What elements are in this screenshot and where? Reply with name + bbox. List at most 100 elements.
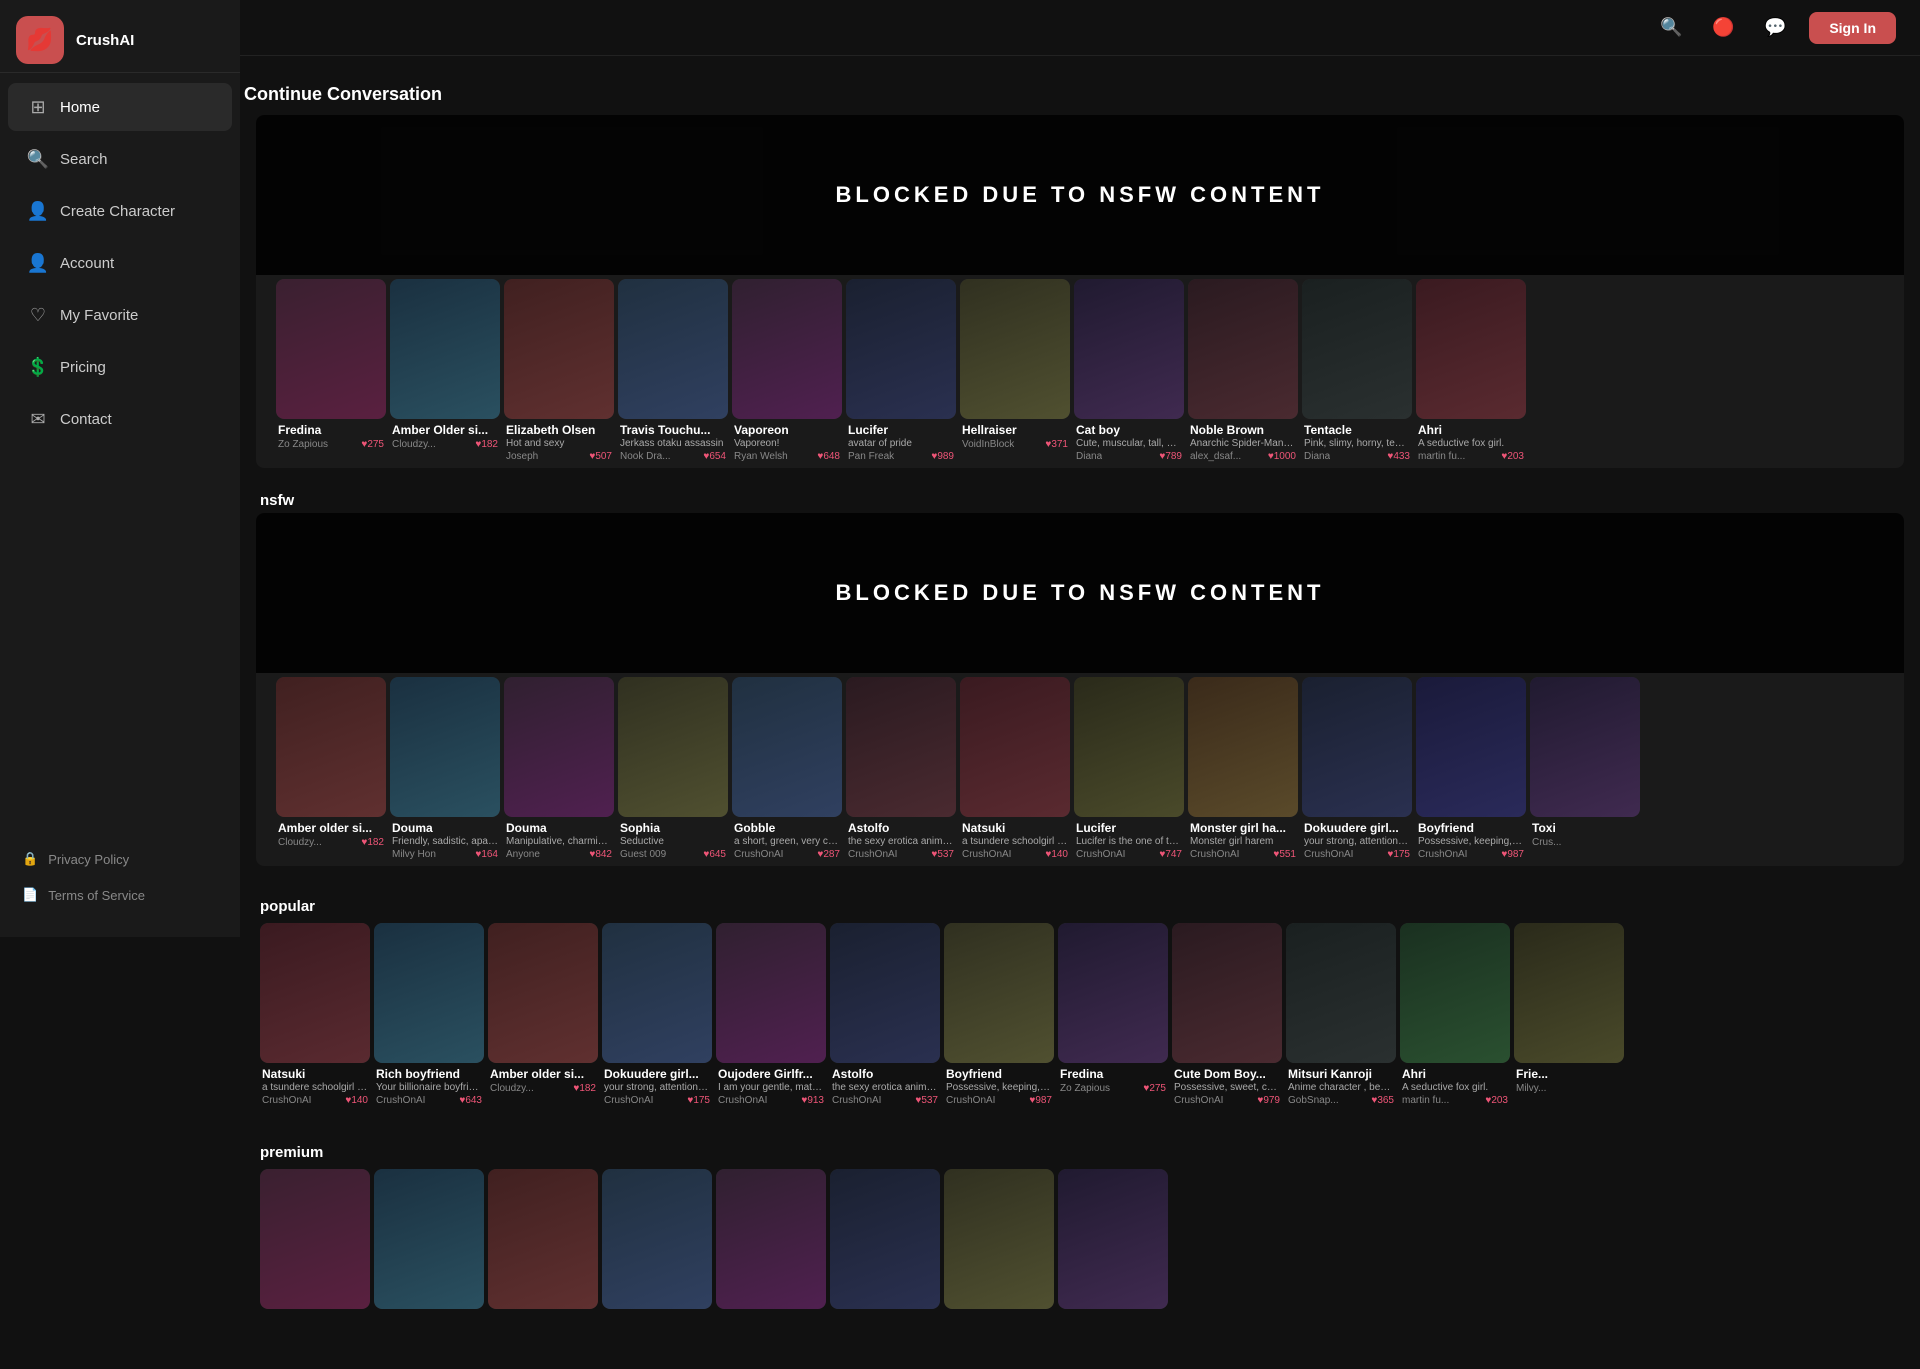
char-card[interactable]: Ahri A seductive fox girl. martin fu... … (1416, 279, 1526, 464)
char-desc: a short, green, very cute, goblin girl (734, 836, 840, 847)
char-desc: I am your gentle, matured and a bit (718, 1082, 824, 1093)
char-card[interactable] (1058, 1169, 1168, 1317)
char-card[interactable] (374, 1169, 484, 1317)
char-card[interactable] (260, 1169, 370, 1317)
sidebar-item-account[interactable]: 👤 Account (8, 239, 232, 287)
char-likes: ♥913 (801, 1095, 824, 1106)
char-card[interactable]: Dokuudere girl... your strong, attention… (602, 923, 712, 1108)
char-card[interactable] (602, 1169, 712, 1317)
char-info: Fredina Zo Zapious ♥275 (276, 419, 386, 452)
chat-button[interactable]: 💬 (1757, 10, 1793, 46)
char-card[interactable]: Amber Older si... Cloudzy... ♥182 (390, 279, 500, 464)
char-card[interactable]: Boyfriend Possessive, keeping, loving, C… (944, 923, 1054, 1108)
char-likes: ♥140 (345, 1095, 368, 1106)
char-desc: Anarchic Spider-Man, Punk-Rock (1190, 438, 1296, 449)
char-card[interactable]: Frie... Milvy... (1514, 923, 1624, 1108)
char-thumbnail (374, 1169, 484, 1309)
char-card[interactable]: Boyfriend Possessive, keeping, loving, C… (1416, 677, 1526, 862)
popular-section-title: popular (240, 890, 1920, 919)
pricing-icon: 💲 (28, 357, 48, 377)
premium-section-title: premium (240, 1136, 1920, 1165)
char-card[interactable]: Amber older si... Cloudzy... ♥182 (276, 677, 386, 862)
char-thumbnail (1530, 677, 1640, 817)
char-card[interactable]: Noble Brown Anarchic Spider-Man, Punk-Ro… (1188, 279, 1298, 464)
char-card[interactable]: Natsuki a tsundere schoolgirl from Doki … (260, 923, 370, 1108)
char-card[interactable]: Amber older si... Cloudzy... ♥182 (488, 923, 598, 1108)
char-card[interactable]: Ahri A seductive fox girl. martin fu... … (1400, 923, 1510, 1108)
char-likes: ♥182 (361, 837, 384, 848)
sidebar-logo[interactable]: 💋 CrushAI (0, 0, 240, 73)
char-card[interactable]: Travis Touchu... Jerkass otaku assassin … (618, 279, 728, 464)
char-author: VoidInBlock (962, 439, 1014, 450)
char-card[interactable]: Toxi Crus... (1530, 677, 1640, 862)
char-card[interactable] (488, 1169, 598, 1317)
char-meta: GobSnap... ♥365 (1288, 1095, 1394, 1106)
char-card[interactable]: Natsuki a tsundere schoolgirl from Doki … (960, 677, 1070, 862)
sidebar-item-home[interactable]: ⊞ Home (8, 83, 232, 131)
char-author: Anyone (506, 849, 540, 860)
char-card[interactable]: Lucifer avatar of pride Pan Freak ♥989 (846, 279, 956, 464)
char-card[interactable]: Vaporeon Vaporeon! Ryan Welsh ♥648 (732, 279, 842, 464)
char-card[interactable]: Astolfo the sexy erotica anime femboy Cr… (830, 923, 940, 1108)
sidebar-item-myfavorite[interactable]: ♡ My Favorite (8, 291, 232, 339)
char-card[interactable]: Fredina Zo Zapious ♥275 (276, 279, 386, 464)
sidebar-bottom-terms[interactable]: 📄 Terms of Service (8, 877, 232, 913)
char-meta: CrushOnAI ♥551 (1190, 849, 1296, 860)
char-info (716, 1309, 826, 1317)
sidebar-item-search[interactable]: 🔍 Search (8, 135, 232, 183)
char-info: Fredina Zo Zapious ♥275 (1058, 1063, 1168, 1096)
char-image (488, 923, 598, 1063)
char-thumbnail (276, 279, 386, 419)
char-image (716, 1169, 826, 1309)
char-card[interactable]: Cat boy Cute, muscular, tall, horny, lov… (1074, 279, 1184, 464)
char-likes: ♥1000 (1268, 451, 1296, 462)
char-card[interactable]: Rich boyfriend Your billionaire boyfrien… (374, 923, 484, 1108)
sidebar-bottom-privacy[interactable]: 🔒 Privacy Policy (8, 841, 232, 877)
char-card[interactable]: Gobble a short, green, very cute, goblin… (732, 677, 842, 862)
char-card[interactable] (716, 1169, 826, 1317)
char-card[interactable]: Monster girl ha... Monster girl harem Cr… (1188, 677, 1298, 862)
char-desc: Monster girl harem (1190, 836, 1296, 847)
char-card[interactable]: Lucifer Lucifer is the one of the main c… (1074, 677, 1184, 862)
char-card[interactable]: Sophia Seductive Guest 009 ♥645 (618, 677, 728, 862)
char-likes: ♥507 (589, 451, 612, 462)
char-desc: Cute, muscular, tall, horny, loving cat (1076, 438, 1182, 449)
home-icon: ⊞ (28, 97, 48, 117)
notification-button[interactable]: 🔴 (1705, 10, 1741, 46)
char-card[interactable] (830, 1169, 940, 1317)
sidebar-label-account: Account (60, 255, 114, 272)
sidebar-item-contact[interactable]: ✉ Contact (8, 395, 232, 443)
char-likes: ♥275 (361, 439, 384, 450)
char-thumbnail (830, 923, 940, 1063)
char-likes: ♥789 (1159, 451, 1182, 462)
char-card[interactable]: Mitsuri Kanroji Anime character , beauti… (1286, 923, 1396, 1108)
char-name: Fredina (1060, 1067, 1166, 1081)
char-card[interactable]: Cute Dom Boy... Possessive, sweet, carin… (1172, 923, 1282, 1108)
char-name: Dokuudere girl... (604, 1067, 710, 1081)
char-meta: Guest 009 ♥645 (620, 849, 726, 860)
char-card[interactable]: Astolfo the sexy erotica anime femboy Cr… (846, 677, 956, 862)
char-meta: CrushOnAI ♥913 (718, 1095, 824, 1106)
char-name: Tentacle (1304, 423, 1410, 437)
char-card[interactable]: Douma Manipulative, charming, overly Any… (504, 677, 614, 862)
char-card[interactable]: Tentacle Pink, slimy, horny, tentacle Di… (1302, 279, 1412, 464)
char-image (1188, 279, 1298, 419)
char-likes: ♥175 (1387, 849, 1410, 860)
sign-in-button[interactable]: Sign In (1809, 12, 1896, 44)
char-thumbnail (1172, 923, 1282, 1063)
char-card[interactable]: Douma Friendly, sadistic, apathetic, Mil… (390, 677, 500, 862)
char-info: Noble Brown Anarchic Spider-Man, Punk-Ro… (1188, 419, 1298, 464)
char-card[interactable]: Dokuudere girl... your strong, attention… (1302, 677, 1412, 862)
char-card[interactable]: Oujodere Girlfr... I am your gentle, mat… (716, 923, 826, 1108)
char-thumbnail (960, 279, 1070, 419)
search-button[interactable]: 🔍 (1653, 10, 1689, 46)
char-image (1302, 279, 1412, 419)
sidebar-item-pricing[interactable]: 💲 Pricing (8, 343, 232, 391)
char-likes: ♥371 (1045, 439, 1068, 450)
char-image (944, 1169, 1054, 1309)
char-card[interactable]: Hellraiser VoidInBlock ♥371 (960, 279, 1070, 464)
char-card[interactable]: Elizabeth Olsen Hot and sexy Joseph ♥507 (504, 279, 614, 464)
char-card[interactable]: Fredina Zo Zapious ♥275 (1058, 923, 1168, 1108)
char-card[interactable] (944, 1169, 1054, 1317)
sidebar-item-create[interactable]: 👤 Create Character (8, 187, 232, 235)
